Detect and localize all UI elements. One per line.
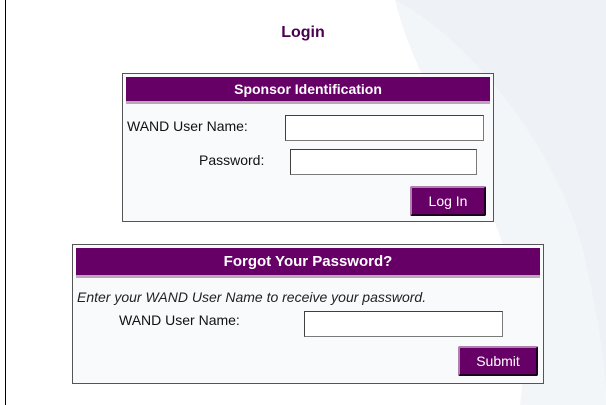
left-border-line (5, 0, 6, 405)
password-label: Password: (199, 152, 265, 168)
page-title: Login (281, 24, 325, 41)
sponsor-identification-header: Sponsor Identification (126, 77, 490, 104)
forgot-username-input[interactable] (304, 311, 503, 337)
username-label: WAND User Name: (127, 118, 248, 134)
forgot-username-label: WAND User Name: (119, 312, 240, 328)
sponsor-identification-panel: Sponsor Identification WAND User Name: P… (122, 73, 494, 222)
submit-button[interactable]: Submit (458, 346, 538, 376)
forgot-password-header: Forgot Your Password? (76, 248, 540, 278)
login-page: Login Sponsor Identification WAND User N… (0, 0, 606, 405)
password-input[interactable] (290, 149, 477, 175)
username-input[interactable] (285, 115, 484, 141)
log-in-button[interactable]: Log In (410, 186, 486, 216)
forgot-password-instructions: Enter your WAND User Name to receive you… (77, 289, 427, 305)
forgot-password-panel: Forgot Your Password? Enter your WAND Us… (72, 244, 544, 384)
